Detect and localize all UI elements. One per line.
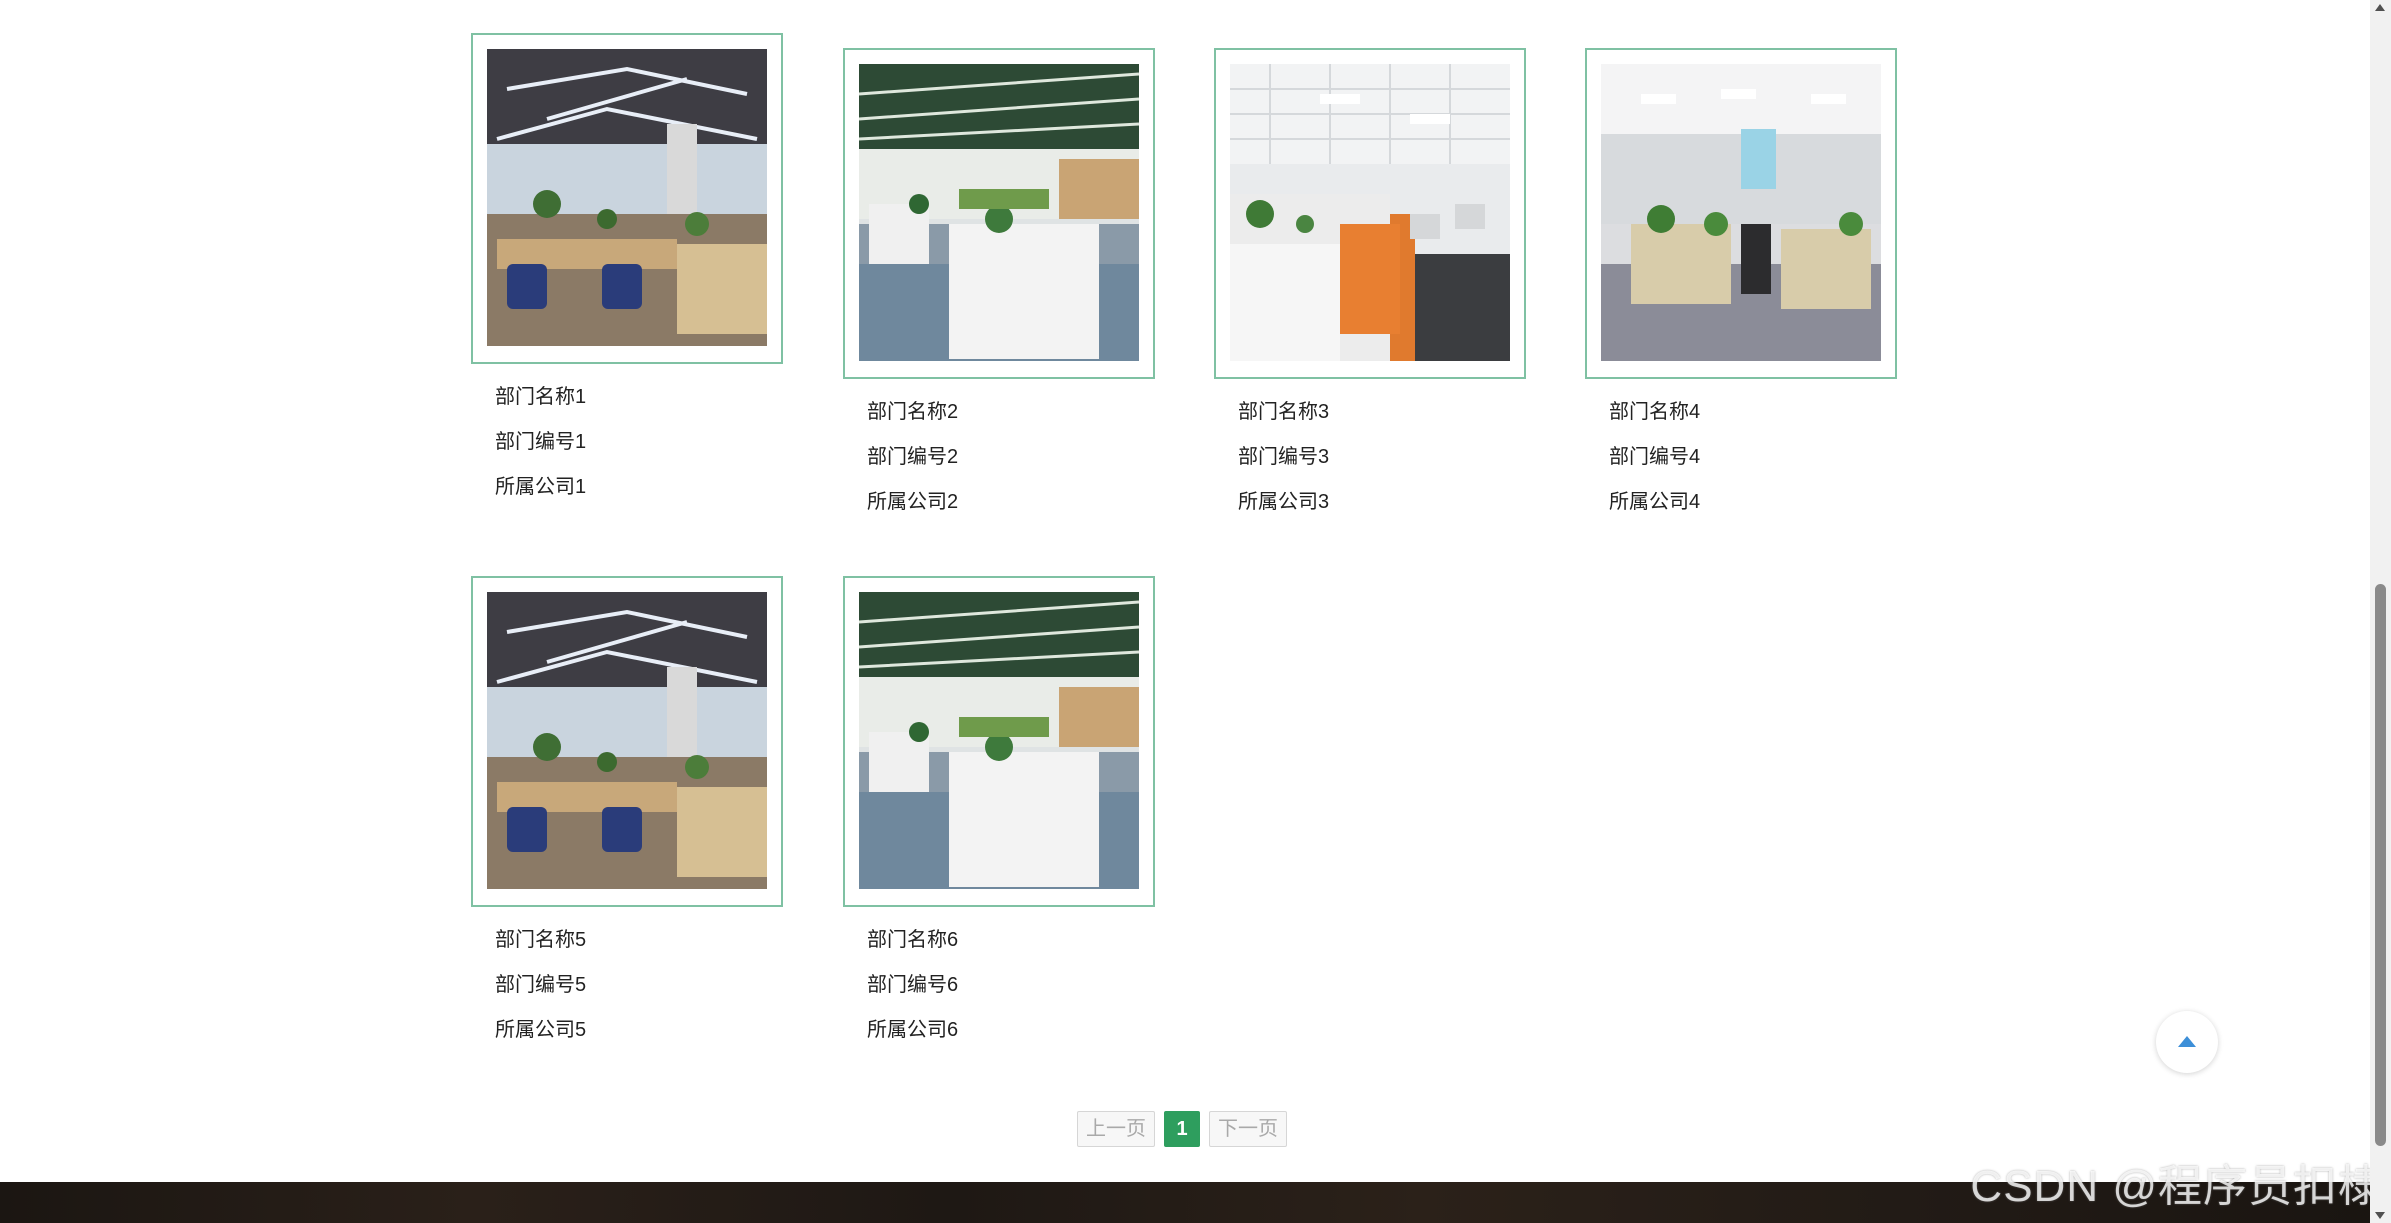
department-info: 部门名称6 部门编号6 所属公司6 bbox=[867, 918, 958, 1053]
next-page-button[interactable]: 下一页 bbox=[1209, 1111, 1287, 1147]
department-name: 部门名称3 bbox=[1238, 401, 1330, 423]
office-photo[interactable] bbox=[1601, 64, 1881, 361]
department-name: 部门名称6 bbox=[867, 929, 959, 951]
department-name: 部门名称2 bbox=[867, 401, 959, 423]
arrow-up-icon bbox=[2178, 1036, 2196, 1047]
department-code: 部门编号4 bbox=[1609, 446, 1701, 468]
department-name: 部门名称1 bbox=[495, 386, 587, 408]
department-image-frame[interactable] bbox=[471, 576, 783, 907]
department-company: 所属公司2 bbox=[867, 491, 959, 513]
page-number-current[interactable]: 1 bbox=[1164, 1111, 1200, 1147]
department-name: 部门名称4 bbox=[1609, 401, 1701, 423]
department-image-frame[interactable] bbox=[1585, 48, 1897, 379]
department-image-frame[interactable] bbox=[843, 576, 1155, 907]
department-info: 部门名称5 部门编号5 所属公司5 bbox=[495, 918, 586, 1053]
department-company: 所属公司3 bbox=[1238, 491, 1330, 513]
office-photo[interactable] bbox=[487, 592, 767, 889]
department-info: 部门名称4 部门编号4 所属公司4 bbox=[1609, 390, 1700, 525]
scrollbar-thumb[interactable] bbox=[2375, 584, 2386, 1146]
office-photo[interactable] bbox=[859, 592, 1139, 889]
department-company: 所属公司5 bbox=[495, 1019, 587, 1041]
department-info: 部门名称3 部门编号3 所属公司3 bbox=[1238, 390, 1329, 525]
department-image-frame[interactable] bbox=[1214, 48, 1526, 379]
scroll-up-arrow-icon[interactable] bbox=[2375, 4, 2385, 11]
prev-page-button[interactable]: 上一页 bbox=[1077, 1111, 1155, 1147]
office-photo[interactable] bbox=[1230, 64, 1510, 361]
department-company: 所属公司6 bbox=[867, 1019, 959, 1041]
office-photo[interactable] bbox=[859, 64, 1139, 361]
department-info: 部门名称2 部门编号2 所属公司2 bbox=[867, 390, 958, 525]
department-image-frame[interactable] bbox=[843, 48, 1155, 379]
department-code: 部门编号2 bbox=[867, 446, 959, 468]
department-code: 部门编号6 bbox=[867, 974, 959, 996]
department-code: 部门编号5 bbox=[495, 974, 587, 996]
department-list-page: 部门名称1 部门编号1 所属公司1 部门名称2 部门编号2 所属公司2 部门名称… bbox=[0, 0, 2370, 1223]
watermark: CSDN @程序员扣棣 bbox=[1970, 1162, 2383, 1211]
department-code: 部门编号1 bbox=[495, 431, 587, 453]
department-name: 部门名称5 bbox=[495, 929, 587, 951]
vertical-scrollbar[interactable] bbox=[2370, 0, 2391, 1223]
department-code: 部门编号3 bbox=[1238, 446, 1330, 468]
department-company: 所属公司4 bbox=[1609, 491, 1701, 513]
department-info: 部门名称1 部门编号1 所属公司1 bbox=[495, 375, 586, 510]
pagination: 上一页 1 下一页 bbox=[1077, 1111, 1287, 1147]
back-to-top-button[interactable] bbox=[2156, 1011, 2218, 1073]
office-photo[interactable] bbox=[487, 49, 767, 346]
department-company: 所属公司1 bbox=[495, 476, 587, 498]
department-image-frame[interactable] bbox=[471, 33, 783, 364]
scroll-down-arrow-icon[interactable] bbox=[2375, 1212, 2385, 1219]
